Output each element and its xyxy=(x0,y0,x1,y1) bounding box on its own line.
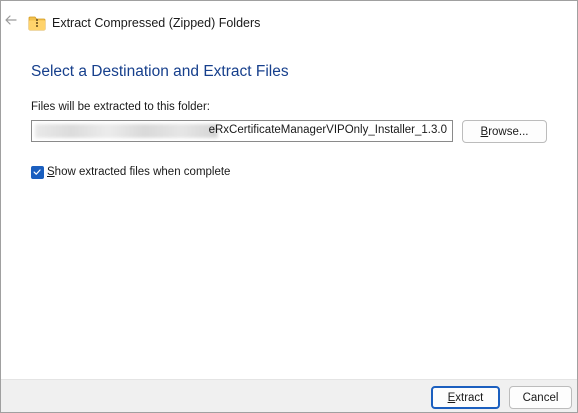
destination-label: Files will be extracted to this folder: xyxy=(31,101,210,113)
redacted-path-segment xyxy=(35,124,218,138)
extract-label: xtract xyxy=(455,391,484,404)
show-files-label[interactable]: Show extracted files when complete xyxy=(47,166,230,178)
zipped-folder-icon xyxy=(28,16,46,31)
browse-button[interactable]: Browse... xyxy=(462,120,547,143)
show-files-checkbox[interactable] xyxy=(31,166,44,179)
window-title: Extract Compressed (Zipped) Folders xyxy=(52,16,261,30)
back-arrow-icon[interactable] xyxy=(4,13,18,27)
dialog-footer: Extract Cancel xyxy=(1,379,577,412)
page-heading: Select a Destination and Extract Files xyxy=(31,63,289,80)
cancel-button[interactable]: Cancel xyxy=(509,386,572,409)
show-files-label-text: how extracted files when complete xyxy=(54,166,231,178)
show-files-mnemonic: S xyxy=(47,166,55,178)
destination-path-input[interactable]: eRxCertificateManagerVIPOnly_Installer_1… xyxy=(31,120,453,142)
extract-dialog: Extract Compressed (Zipped) Folders Sele… xyxy=(0,0,578,413)
checkmark-icon xyxy=(33,169,41,175)
browse-label: rowse... xyxy=(488,125,529,138)
destination-path-text: eRxCertificateManagerVIPOnly_Installer_1… xyxy=(208,124,447,136)
extract-button[interactable]: Extract xyxy=(431,386,500,409)
